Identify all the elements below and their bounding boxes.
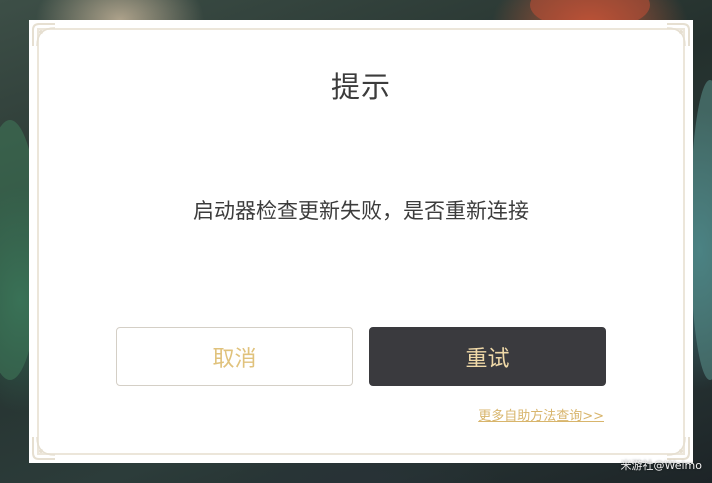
watermark: 米游社@Weimo	[620, 459, 702, 472]
self-help-link[interactable]: 更多自助方法查询>>	[478, 405, 604, 424]
dialog-message: 启动器检查更新失败，是否重新连接	[193, 199, 529, 223]
ornament-corner-icon	[32, 436, 56, 460]
ornament-corner-icon	[666, 23, 690, 47]
artwork-foliage-right	[690, 80, 712, 380]
dialog-title: 提示	[330, 70, 391, 104]
retry-button[interactable]: 重试	[369, 327, 606, 386]
cancel-button[interactable]: 取消	[116, 327, 353, 386]
update-failed-dialog: 提示 启动器检查更新失败，是否重新连接 取消 重试 更多自助方法查询>>	[29, 20, 693, 463]
ornament-corner-icon	[32, 23, 56, 47]
